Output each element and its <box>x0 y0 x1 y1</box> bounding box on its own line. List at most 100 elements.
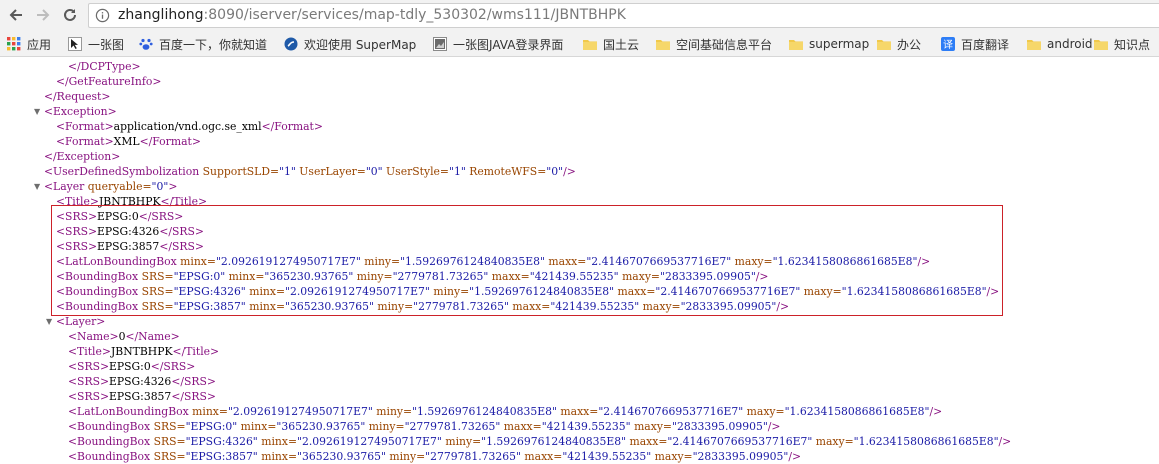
xml-tag: <BoundingBox <box>68 420 154 433</box>
xml-line: </GetFeatureInfo> <box>56 74 161 89</box>
xml-attr-value: "1.5926976124840835E8" <box>481 435 627 448</box>
xml-tag: </SRS> <box>171 375 216 388</box>
xml-line: <BoundingBox SRS="EPSG:0" minx="365230.9… <box>68 419 780 434</box>
bookmark-item[interactable]: supermap <box>789 35 869 53</box>
collapse-toggle-icon[interactable]: ▼ <box>46 314 52 329</box>
browser-toolbar: zhanglihong:8090/iserver/services/map-td… <box>0 0 1159 31</box>
xml-attr-name: maxy= <box>743 405 785 418</box>
bookmark-label: android <box>1047 37 1093 51</box>
bookmark-item[interactable]: 国土云 <box>583 35 639 53</box>
back-button[interactable] <box>4 3 28 27</box>
bookmark-label: 一张图JAVA登录界面 <box>453 37 564 52</box>
xml-attr-name: SupportSLD= <box>202 165 280 178</box>
xml-line: <Exception> <box>44 104 117 119</box>
xml-tag: </Request> <box>44 90 111 103</box>
xml-text: EPSG:4326 <box>109 375 172 388</box>
bookmark-label: 国土云 <box>603 37 640 52</box>
xml-line: <LatLonBoundingBox minx="2.0926191274950… <box>68 404 942 419</box>
xml-attr-name: miny= <box>385 450 426 463</box>
xml-attr-name: maxx= <box>500 420 542 433</box>
bookmark-label: 空间基础信息平台 <box>676 37 773 52</box>
folder-icon <box>1027 37 1041 51</box>
reload-icon <box>64 8 76 21</box>
xml-attr-name: SRS= <box>153 450 186 463</box>
xml-attr-name: minx= <box>192 405 228 418</box>
xml-tag: <UserDefinedSymbolization <box>44 165 203 178</box>
bookmark-label: 应用 <box>27 37 52 52</box>
bookmark-item[interactable]: 知识点 <box>1094 35 1150 53</box>
xml-attr-value: "1.5926976124840835E8" <box>412 405 557 418</box>
xml-tag: <SRS> <box>68 390 110 403</box>
reload-button[interactable] <box>58 3 82 27</box>
xml-tag: <LatLonBoundingBox <box>68 405 193 418</box>
xml-tag: <SRS> <box>68 375 110 388</box>
xml-attr-name: RemoteWFS= <box>465 165 547 178</box>
xml-tag: </Title> <box>172 345 220 358</box>
xml-line: <SRS>EPSG:3857</SRS> <box>68 389 216 404</box>
bookmark-item[interactable]: 欢迎使用 SuperMap <box>284 35 416 53</box>
folder-icon <box>877 37 891 51</box>
xml-text: EPSG:0 <box>109 360 151 373</box>
xml-attr-value: "421439.55235" <box>541 420 631 433</box>
bookmark-label: 一张图 <box>88 37 125 52</box>
xml-tag: <Exception> <box>44 105 117 118</box>
bookmark-label: 办公 <box>897 37 922 52</box>
collapse-toggle-icon[interactable]: ▼ <box>34 179 40 194</box>
bookmark-label: 欢迎使用 SuperMap <box>304 37 417 52</box>
xml-tag: </GetFeatureInfo> <box>56 75 162 88</box>
bookmark-item[interactable]: 一张图JAVA登录界面 <box>433 35 563 53</box>
xml-tag: <BoundingBox <box>68 450 154 463</box>
xml-attr-name: maxy= <box>651 450 693 463</box>
info-icon[interactable] <box>95 8 110 27</box>
xml-attr-value: "2833395.09905" <box>671 420 768 433</box>
xml-tag: /> <box>929 405 943 418</box>
xml-attr-value: "2.0926191274950717E7" <box>297 435 442 448</box>
xml-attr-value: "0" <box>365 165 383 178</box>
xml-attr-value: "0" <box>151 180 169 193</box>
xml-attr-value: "0" <box>546 165 564 178</box>
xml-tag: </Name> <box>125 330 180 343</box>
xml-tag: <Format> <box>56 120 114 133</box>
bookmark-label: 百度翻译 <box>961 37 1010 52</box>
bookmark-item[interactable]: 办公 <box>877 35 921 53</box>
bookmark-item[interactable]: 一张图 <box>68 35 124 53</box>
url-host: zhanglihong <box>118 7 204 23</box>
xml-attr-name: miny= <box>441 435 482 448</box>
bookmark-item[interactable]: 空间基础信息平台 <box>656 35 772 53</box>
xml-attr-value: "2779781.73265" <box>425 450 521 463</box>
xml-attr-value: "EPSG:4326" <box>185 435 258 448</box>
xml-attr-value: "1.6234158086861685E8" <box>853 435 999 448</box>
baidu-paw-icon <box>139 37 153 51</box>
xml-text: application/vnd.ogc.se_xml <box>113 120 262 133</box>
xml-tag: </SRS> <box>150 360 196 373</box>
folder-icon <box>1094 37 1108 51</box>
bookmark-item[interactable]: android <box>1027 35 1093 53</box>
xml-attr-name: miny= <box>372 405 413 418</box>
url-path: :8090/iserver/services/map-tdly_530302/w… <box>203 7 626 23</box>
address-bar[interactable]: zhanglihong:8090/iserver/services/map-td… <box>88 3 1159 28</box>
xml-tag: /> <box>767 420 781 433</box>
bookmark-item[interactable]: 应用 <box>7 35 51 53</box>
xml-line: <Format>application/vnd.ogc.se_xml</Form… <box>56 119 323 134</box>
xml-tag: <Title> <box>68 345 111 358</box>
xml-tag: > <box>168 180 178 193</box>
collapse-toggle-icon[interactable]: ▼ <box>34 104 40 119</box>
xml-line: <Title>JBNTBHPK</Title> <box>68 344 219 359</box>
xml-attr-value: "365230.93765" <box>276 420 366 433</box>
supermap-logo-icon <box>284 37 298 51</box>
svg-text:译: 译 <box>943 39 953 51</box>
xml-tag: /> <box>998 435 1012 448</box>
xml-tag: </Format> <box>139 135 201 148</box>
forward-button[interactable] <box>31 3 55 27</box>
bookmark-item[interactable]: 译百度翻译 <box>941 35 1009 53</box>
xml-attr-name: maxx= <box>556 405 599 418</box>
xml-text: JBNTBHPK <box>110 345 173 358</box>
xml-attr-value: "365230.93765" <box>297 450 386 463</box>
xml-attr-name: minx= <box>237 420 277 433</box>
xml-line: <SRS>EPSG:0</SRS> <box>68 359 195 374</box>
xml-attr-value: "2833395.09905" <box>692 450 789 463</box>
bookmark-item[interactable]: 百度一下，你就知道 <box>139 35 267 53</box>
xml-line: <Layer queryable="0"> <box>44 179 177 194</box>
xml-attr-name: minx= <box>257 435 297 448</box>
xml-tag: /> <box>563 165 576 178</box>
